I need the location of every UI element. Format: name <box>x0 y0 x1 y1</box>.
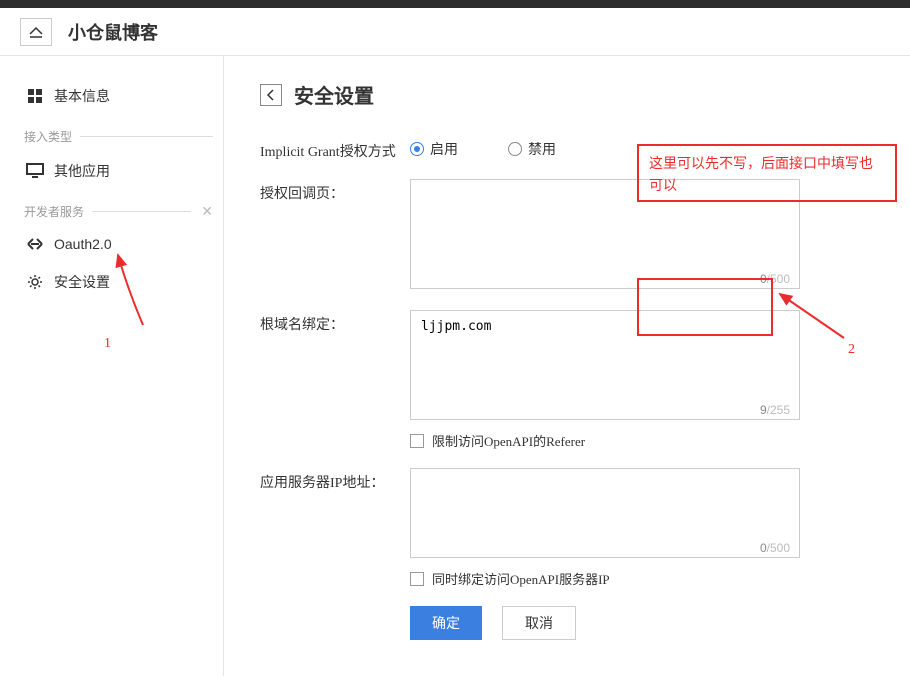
domain-textarea[interactable]: ljjpm.com <box>410 310 800 420</box>
ok-button[interactable]: 确定 <box>410 606 482 640</box>
serverip-label: 应用服务器IP地址： <box>260 468 410 588</box>
sidebar-section-dev: 开发者服务 ✕ <box>24 191 223 226</box>
domain-label: 根域名绑定： <box>260 310 410 450</box>
cancel-button[interactable]: 取消 <box>502 606 576 640</box>
radio-disable[interactable]: 禁用 <box>508 139 556 159</box>
sidebar-item-label: 基本信息 <box>54 86 110 106</box>
serverip-counter: 0/500 <box>760 541 790 555</box>
main-content: 安全设置 Implicit Grant授权方式 启用 禁用 授权回调页： <box>224 56 910 676</box>
sidebar: 基本信息 接入类型 其他应用 开发者服务 ✕ Oauth2.0 <box>0 56 224 676</box>
radio-enable[interactable]: 启用 <box>410 139 458 159</box>
callback-textarea[interactable] <box>410 179 800 289</box>
header-title: 小仓鼠博客 <box>68 19 158 45</box>
sidebar-section-access: 接入类型 <box>24 116 223 151</box>
oauth-icon <box>24 237 46 251</box>
callback-counter: 0/500 <box>760 272 790 286</box>
referer-checkbox-label: 限制访问OpenAPI的Referer <box>432 431 585 450</box>
serverip-checkbox[interactable] <box>410 572 424 586</box>
sidebar-item-oauth[interactable]: Oauth2.0 <box>24 226 223 262</box>
sidebar-item-label: Oauth2.0 <box>54 236 112 252</box>
radio-icon <box>508 142 522 156</box>
close-icon[interactable]: ✕ <box>201 203 213 220</box>
sidebar-item-label: 安全设置 <box>54 272 110 292</box>
page-title: 安全设置 <box>294 80 374 109</box>
serverip-checkbox-label: 同时绑定访问OpenAPI服务器IP <box>432 569 610 588</box>
top-bar <box>0 0 910 8</box>
chevron-left-icon <box>266 89 276 101</box>
sidebar-item-other[interactable]: 其他应用 <box>24 151 223 191</box>
sidebar-item-label: 其他应用 <box>54 161 110 181</box>
grant-label: Implicit Grant授权方式 <box>260 137 410 161</box>
page-back-button[interactable] <box>260 84 282 106</box>
sidebar-item-basic[interactable]: 基本信息 <box>24 76 223 116</box>
gear-icon <box>24 274 46 290</box>
serverip-textarea[interactable] <box>410 468 800 558</box>
annotation-number-2: 2 <box>848 342 855 358</box>
callback-label: 授权回调页： <box>260 179 410 292</box>
up-arrow-icon <box>28 26 44 38</box>
referer-checkbox[interactable] <box>410 434 424 448</box>
monitor-icon <box>24 163 46 179</box>
sidebar-item-security[interactable]: 安全设置 <box>24 262 223 302</box>
annotation-number-1: 1 <box>104 336 111 352</box>
header: 小仓鼠博客 <box>0 8 910 56</box>
back-button[interactable] <box>20 18 52 46</box>
radio-icon <box>410 142 424 156</box>
grid-icon <box>24 88 46 104</box>
domain-counter: 9/255 <box>760 403 790 417</box>
